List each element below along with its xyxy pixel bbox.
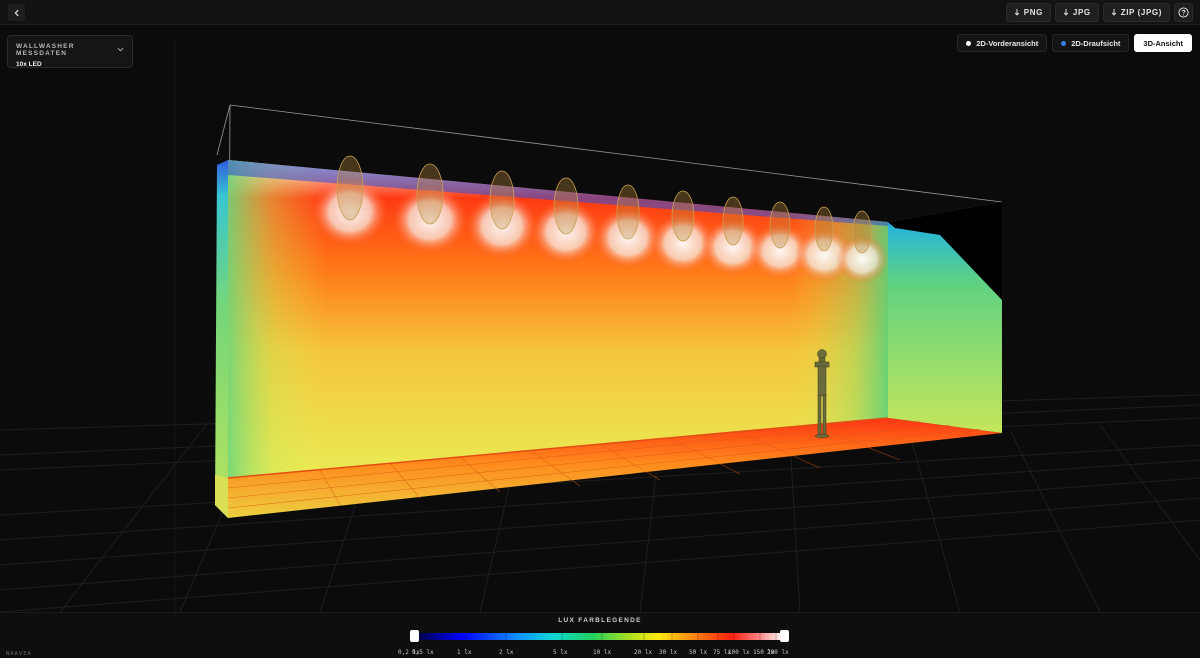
arrow-down-icon: [1111, 9, 1117, 16]
download-jpg-button[interactable]: JPG: [1054, 3, 1099, 22]
left-floor-edge: [215, 475, 228, 518]
legend-tick: 10 lx: [593, 649, 612, 656]
download-png-button[interactable]: PNG: [1005, 3, 1051, 22]
help-circle-icon: [1178, 7, 1189, 18]
chevron-left-icon: [14, 9, 19, 16]
legend-tick: 2 lx: [499, 649, 514, 656]
legend-max-handle[interactable]: [780, 630, 789, 642]
download-png-label: PNG: [1023, 8, 1043, 17]
left-side-wall: [215, 160, 228, 518]
legend-gradient: [414, 633, 784, 640]
arrow-down-icon: [1014, 9, 1020, 16]
legend-tick: 50 lx: [689, 649, 708, 656]
download-zip-button[interactable]: ZIP (JPG): [1102, 3, 1170, 22]
legend-tick: 0,5 lx: [412, 649, 434, 656]
3d-viewport[interactable]: [0, 26, 1200, 612]
legend-tick: 200 lx: [767, 649, 789, 656]
download-zip-label: ZIP (JPG): [1120, 8, 1162, 17]
download-group: PNG JPG ZIP (JPG): [1005, 3, 1193, 22]
legend-tick: 100 lx: [728, 649, 750, 656]
top-toolbar: PNG JPG ZIP (JPG): [0, 0, 1200, 25]
back-button[interactable]: [8, 4, 25, 21]
legend-tick: 5 lx: [553, 649, 568, 656]
lux-legend: LUX FARBLEGENDE 0,2 lx 0,5 lx 1 lx 2 lx …: [0, 612, 1200, 658]
legend-tick: 30 lx: [659, 649, 678, 656]
download-jpg-label: JPG: [1072, 8, 1091, 17]
legend-min-handle[interactable]: [410, 630, 419, 642]
arrow-down-icon: [1063, 9, 1069, 16]
legend-title: LUX FARBLEGENDE: [558, 617, 642, 624]
help-button[interactable]: [1174, 3, 1193, 22]
brand-logo: NAAVEA: [6, 651, 32, 657]
legend-tick: 20 lx: [634, 649, 653, 656]
legend-tick: 1 lx: [457, 649, 472, 656]
